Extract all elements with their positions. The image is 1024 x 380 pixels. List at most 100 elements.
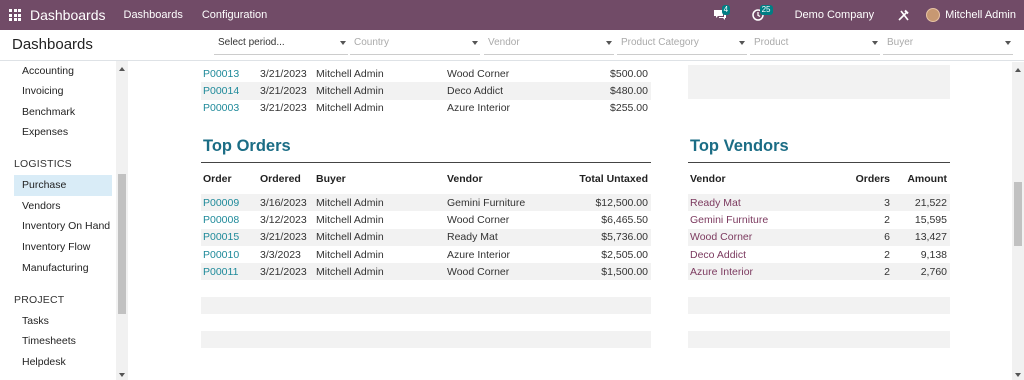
period-filter[interactable]: Select period... bbox=[214, 36, 348, 55]
sidebar-item-expenses[interactable]: Expenses bbox=[14, 122, 112, 143]
sidebar-item-vendors[interactable]: Vendors bbox=[14, 196, 112, 217]
divider bbox=[201, 162, 651, 163]
page-title: Dashboards bbox=[12, 36, 93, 53]
table-row[interactable]: P00010 3/3/2023 Mitchell Admin Azure Int… bbox=[201, 246, 651, 263]
column-header-order[interactable]: Order bbox=[201, 170, 258, 188]
order-date: 3/21/2023 bbox=[258, 263, 314, 281]
chevron-down-icon bbox=[739, 41, 745, 45]
sidebar-item-inventory-flow[interactable]: Inventory Flow bbox=[14, 237, 112, 258]
scroll-up-icon[interactable] bbox=[1015, 68, 1021, 72]
scroll-down-icon[interactable] bbox=[119, 373, 125, 377]
order-buyer: Mitchell Admin bbox=[314, 82, 445, 100]
table-row[interactable]: P00015 3/21/2023 Mitchell Admin Ready Ma… bbox=[201, 228, 651, 246]
sidebar-item-accounting[interactable]: Accounting bbox=[14, 61, 112, 82]
order-date: 3/3/2023 bbox=[260, 248, 301, 261]
order-date: 3/12/2023 bbox=[260, 213, 307, 226]
chevron-down-icon bbox=[340, 41, 346, 45]
order-link[interactable]: P00003 bbox=[201, 100, 258, 117]
sidebar-scrollbar[interactable] bbox=[116, 61, 128, 380]
sidebar-item-benchmark[interactable]: Benchmark bbox=[14, 102, 112, 123]
recent-orders-table: P00013 3/21/2023 Mitchell Admin Wood Cor… bbox=[201, 65, 651, 117]
column-header-vendor[interactable]: Vendor bbox=[445, 170, 555, 188]
divider bbox=[688, 162, 950, 163]
sidebar-item-helpdesk[interactable]: Helpdesk bbox=[14, 352, 112, 373]
company-switcher[interactable]: Demo Company bbox=[795, 9, 874, 21]
table-row[interactable]: Ready Mat 3 21,522 bbox=[688, 194, 950, 212]
user-menu[interactable]: Mitchell Admin bbox=[945, 9, 1016, 21]
sidebar-item-inventory-on-hand[interactable]: Inventory On Hand bbox=[14, 216, 112, 237]
order-link[interactable]: P00011 bbox=[201, 263, 258, 281]
scroll-down-icon[interactable] bbox=[1015, 373, 1021, 377]
vendor-link[interactable]: Azure Interior bbox=[688, 263, 838, 281]
order-total: $480.00 bbox=[555, 82, 651, 100]
avatar[interactable] bbox=[926, 8, 941, 22]
sidebar-item-timesheets[interactable]: Timesheets bbox=[14, 331, 112, 352]
column-header-buyer[interactable]: Buyer bbox=[314, 170, 445, 188]
buyer-filter[interactable]: Buyer bbox=[883, 36, 1013, 55]
main-scrollbar[interactable] bbox=[1012, 62, 1024, 380]
order-link[interactable]: P00014 bbox=[201, 82, 258, 100]
order-link[interactable]: P00015 bbox=[201, 228, 258, 246]
vendor-orders: 2 bbox=[884, 213, 890, 226]
order-total: $5,736.00 bbox=[555, 228, 651, 246]
vendor-filter[interactable]: Vendor bbox=[484, 36, 614, 55]
order-total: $255.00 bbox=[610, 102, 648, 115]
table-row[interactable]: P00009 3/16/2023 Mitchell Admin Gemini F… bbox=[201, 194, 651, 212]
sidebar-item-tasks[interactable]: Tasks bbox=[14, 311, 112, 332]
vendor-link[interactable]: Gemini Furniture bbox=[688, 211, 838, 228]
vendor-link[interactable]: Ready Mat bbox=[688, 194, 838, 212]
menu-dashboards[interactable]: Dashboards bbox=[124, 9, 183, 21]
list-item bbox=[201, 297, 651, 314]
table-row[interactable]: Deco Addict 2 9,138 bbox=[688, 246, 950, 263]
list-item bbox=[201, 331, 651, 348]
apps-grid-icon[interactable] bbox=[0, 0, 30, 30]
column-header-amount[interactable]: Amount bbox=[893, 170, 950, 188]
dashboard-sidebar: Accounting Invoicing Benchmark Expenses … bbox=[0, 61, 128, 380]
table-row[interactable]: P00003 3/21/2023 Mitchell Admin Azure In… bbox=[201, 100, 651, 117]
order-link[interactable]: P00010 bbox=[201, 246, 258, 263]
table-row[interactable]: Azure Interior 2 2,760 bbox=[688, 263, 950, 281]
tools-icon[interactable] bbox=[894, 6, 912, 24]
order-link[interactable]: P00009 bbox=[201, 194, 258, 212]
vendor-orders: 2 bbox=[884, 248, 890, 261]
table-row[interactable]: Gemini Furniture 2 15,595 bbox=[688, 211, 950, 228]
vendor-orders: 3 bbox=[838, 194, 893, 212]
vendor-link[interactable]: Wood Corner bbox=[688, 228, 838, 246]
sidebar-item-purchase[interactable]: Purchase bbox=[14, 175, 112, 196]
order-link[interactable]: P00013 bbox=[201, 65, 258, 82]
order-total: $1,500.00 bbox=[555, 263, 651, 281]
sidebar-item-manufacturing[interactable]: Manufacturing bbox=[14, 258, 112, 279]
vendor-filter-placeholder: Vendor bbox=[488, 37, 520, 48]
order-link[interactable]: P00008 bbox=[201, 211, 258, 228]
order-buyer: Mitchell Admin bbox=[314, 194, 445, 212]
column-header-vendor[interactable]: Vendor bbox=[688, 170, 838, 188]
sidebar-item-invoicing[interactable]: Invoicing bbox=[14, 81, 112, 102]
product-filter[interactable]: Product bbox=[750, 36, 880, 55]
table-header-row: Vendor Orders Amount bbox=[688, 170, 950, 188]
vendor-amount: 13,427 bbox=[893, 228, 950, 246]
table-row[interactable]: P00014 3/21/2023 Mitchell Admin Deco Add… bbox=[201, 82, 651, 100]
chat-icon[interactable]: 4 bbox=[711, 5, 731, 24]
column-header-total[interactable]: Total Untaxed bbox=[555, 170, 651, 188]
table-row[interactable]: P00013 3/21/2023 Mitchell Admin Wood Cor… bbox=[201, 65, 651, 82]
vendor-link[interactable]: Deco Addict bbox=[688, 246, 838, 263]
table-row[interactable]: Wood Corner 6 13,427 bbox=[688, 228, 950, 246]
table-row[interactable]: P00008 3/12/2023 Mitchell Admin Wood Cor… bbox=[201, 211, 651, 228]
list-item bbox=[688, 331, 950, 348]
top-orders-table: Order Ordered Buyer Vendor Total Untaxed… bbox=[201, 170, 651, 281]
order-buyer: Mitchell Admin bbox=[316, 102, 384, 115]
scroll-up-icon[interactable] bbox=[119, 67, 125, 71]
column-header-ordered[interactable]: Ordered bbox=[258, 170, 314, 188]
menu-configuration[interactable]: Configuration bbox=[202, 9, 267, 21]
sidebar-scroll-thumb[interactable] bbox=[118, 174, 126, 314]
country-filter[interactable]: Country bbox=[350, 36, 480, 55]
clock-icon[interactable]: 25 bbox=[749, 5, 773, 24]
product-category-filter[interactable]: Product Category bbox=[617, 36, 747, 55]
list-item bbox=[688, 65, 950, 82]
top-navbar: Dashboards Dashboards Configuration 4 25… bbox=[0, 0, 1024, 30]
order-date: 3/16/2023 bbox=[258, 194, 314, 212]
app-brand[interactable]: Dashboards bbox=[30, 7, 106, 23]
column-header-orders[interactable]: Orders bbox=[838, 170, 893, 188]
table-row[interactable]: P00011 3/21/2023 Mitchell Admin Wood Cor… bbox=[201, 263, 651, 281]
main-scroll-thumb[interactable] bbox=[1014, 182, 1022, 246]
